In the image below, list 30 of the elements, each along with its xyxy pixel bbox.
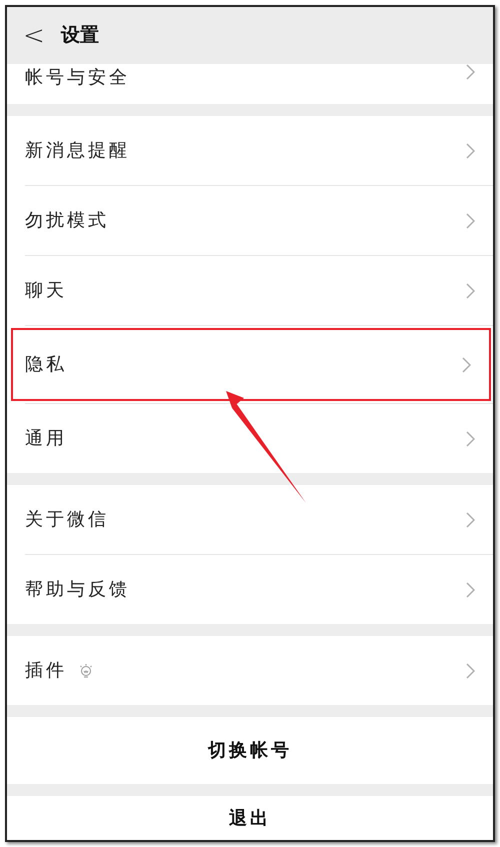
settings-row[interactable]: 通用: [25, 404, 493, 473]
row-label: 关于微信: [25, 508, 109, 532]
row-label: 通用: [25, 427, 67, 451]
page-title: 设置: [60, 23, 99, 48]
lightbulb-icon: [79, 662, 93, 678]
chevron-right-icon: [466, 430, 475, 446]
settings-row[interactable]: 隐私: [13, 330, 489, 399]
row-label: 聊天: [25, 279, 67, 303]
chevron-right-icon: [466, 64, 475, 80]
row-label: 帮助与反馈: [25, 578, 130, 602]
settings-row[interactable]: 聊天: [25, 256, 493, 325]
chevron-right-icon: [462, 356, 471, 372]
back-button[interactable]: <: [23, 22, 45, 48]
row-label: 插件: [25, 659, 67, 683]
action-button[interactable]: 切换帐号: [7, 717, 493, 784]
chevron-right-icon: [466, 142, 475, 158]
row-label: 新消息提醒: [25, 139, 130, 163]
row-label: 帐号与安全: [25, 66, 130, 90]
chevron-right-icon: [466, 512, 475, 528]
settings-row[interactable]: 关于微信: [25, 485, 493, 554]
chevron-right-icon: [466, 212, 475, 228]
chevron-right-icon: [466, 662, 475, 678]
settings-row[interactable]: 勿扰模式: [25, 186, 493, 255]
settings-row[interactable]: 新消息提醒: [25, 116, 493, 185]
chevron-right-icon: [466, 582, 475, 598]
chevron-right-icon: [466, 282, 475, 298]
settings-row[interactable]: 帮助与反馈: [25, 555, 493, 624]
row-label: 隐私: [25, 353, 67, 377]
action-button[interactable]: 退出: [7, 796, 493, 840]
row-label: 勿扰模式: [25, 209, 109, 233]
